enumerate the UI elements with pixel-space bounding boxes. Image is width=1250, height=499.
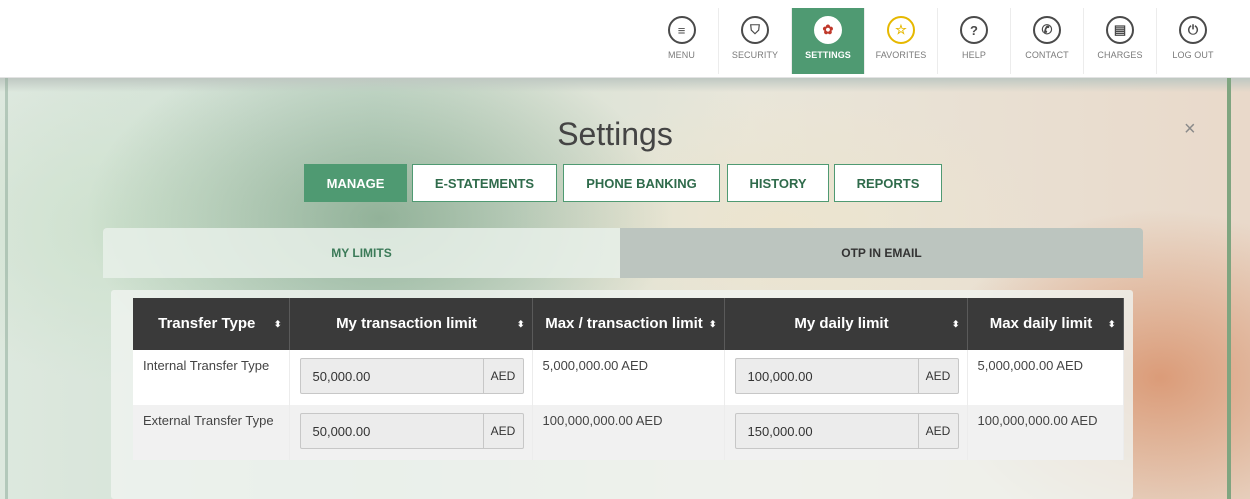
currency-label: AED: [917, 359, 958, 393]
table-row: External Transfer Type 50,000.00 AED 100…: [133, 405, 1124, 460]
main-nav: ≡ MENU ⛉ SECURITY ✿ SETTINGS ☆ FAVORITES…: [645, 8, 1229, 74]
sort-icon: ⬍: [1107, 319, 1116, 329]
my-transaction-limit-cell: 50,000.00 AED: [289, 405, 533, 460]
nav-security[interactable]: ⛉ SECURITY: [718, 8, 791, 74]
panel-body: Transfer Type ⬍ My transaction limit ⬍ Max…: [111, 290, 1133, 499]
page-title: Settings: [557, 116, 673, 152]
my-transaction-limit-input[interactable]: 50,000.00 AED: [299, 358, 524, 394]
my-transaction-limit-cell: 50,000.00 AED: [289, 350, 533, 405]
my-daily-limit-cell: 100,000.00 AED: [724, 350, 968, 405]
nav-logout[interactable]: ⏻ LOG OUT: [1156, 8, 1229, 74]
nav-label: HELP: [962, 50, 986, 60]
tab-phone-banking[interactable]: PHONE BANKING: [563, 164, 720, 202]
input-value: 100,000.00: [747, 368, 813, 384]
transfer-type-cell: Internal Transfer Type: [133, 350, 290, 405]
header-label: My daily limit: [794, 315, 889, 332]
nav-help[interactable]: ? HELP: [937, 8, 1010, 74]
header-label: Transfer Type: [158, 315, 256, 332]
table-row: Internal Transfer Type 50,000.00 AED 5,0…: [133, 350, 1124, 405]
tab-manage[interactable]: MANAGE: [304, 164, 407, 202]
sort-icon: ⬍: [516, 319, 525, 329]
header-label: Max daily limit: [989, 315, 1093, 332]
nav-label: FAVORITES: [875, 50, 927, 60]
shield-icon: ⛉: [741, 16, 769, 44]
menu-icon: ≡: [667, 16, 696, 44]
input-value: 50,000.00: [312, 368, 371, 384]
transfer-type-cell: External Transfer Type: [133, 405, 290, 460]
currency-label: AED: [917, 414, 958, 448]
limits-table: Transfer Type ⬍ My transaction limit ⬍ Max…: [133, 298, 1124, 460]
sort-icon: ⬍: [273, 319, 282, 329]
nav-label: MENU: [668, 50, 695, 60]
subtab-my-limits[interactable]: MY LIMITS: [103, 228, 620, 278]
my-daily-limit-input[interactable]: 100,000.00 AED: [734, 358, 959, 394]
col-my-transaction-limit[interactable]: My transaction limit ⬍: [289, 298, 533, 350]
input-value: 50,000.00: [312, 423, 371, 439]
col-my-daily-limit[interactable]: My daily limit ⬍: [724, 298, 968, 350]
max-daily-limit-cell: 100,000,000.00 AED: [967, 405, 1124, 460]
sort-icon: ⬍: [951, 319, 960, 329]
top-bar: ≡ MENU ⛉ SECURITY ✿ SETTINGS ☆ FAVORITES…: [0, 0, 1250, 78]
nav-charges[interactable]: ▤ CHARGES: [1083, 8, 1156, 74]
header-label: My transaction limit: [336, 315, 477, 332]
nav-label: CONTACT: [1025, 50, 1069, 60]
sort-icon: ⬍: [708, 319, 717, 329]
nav-label: CHARGES: [1097, 50, 1143, 60]
col-transfer-type[interactable]: Transfer Type ⬍: [133, 298, 290, 350]
nav-label: LOG OUT: [1172, 50, 1214, 60]
currency-label: AED: [482, 414, 523, 448]
my-daily-limit-cell: 150,000.00 AED: [724, 405, 968, 460]
nav-label: SETTINGS: [805, 50, 851, 60]
max-transaction-limit-cell: 100,000,000.00 AED: [532, 405, 725, 460]
max-daily-limit-cell: 5,000,000.00 AED: [967, 350, 1124, 405]
limits-panel: MY LIMITS OTP IN EMAIL Transfer Type ⬍ My…: [103, 228, 1143, 499]
col-max-daily-limit[interactable]: Max daily limit ⬍: [967, 298, 1124, 350]
my-daily-limit-input[interactable]: 150,000.00 AED: [734, 413, 959, 449]
top-shadow: [0, 78, 1250, 92]
nav-menu[interactable]: ≡ MENU: [645, 8, 718, 74]
subtab-otp-in-email[interactable]: OTP IN EMAIL: [620, 228, 1143, 278]
col-max-transaction-limit[interactable]: Max / transaction limit ⬍: [532, 298, 725, 350]
max-transaction-limit-cell: 5,000,000.00 AED: [532, 350, 725, 405]
my-transaction-limit-input[interactable]: 50,000.00 AED: [299, 413, 524, 449]
star-icon: ☆: [887, 16, 915, 44]
nav-favorites[interactable]: ☆ FAVORITES: [864, 8, 937, 74]
nav-settings[interactable]: ✿ SETTINGS: [791, 8, 864, 74]
power-icon: ⏻: [1179, 16, 1207, 44]
tab-history[interactable]: HISTORY: [727, 164, 829, 202]
tab-reports[interactable]: REPORTS: [834, 164, 942, 202]
phone-icon: ✆: [1033, 16, 1061, 44]
gear-icon: ✿: [814, 16, 842, 44]
header-label: Max / transaction limit: [545, 315, 703, 332]
help-icon: ?: [960, 16, 988, 44]
input-value: 150,000.00: [747, 423, 813, 439]
nav-label: SECURITY: [731, 50, 779, 60]
close-icon[interactable]: ×: [1184, 118, 1196, 141]
charges-icon: ▤: [1106, 16, 1134, 44]
currency-label: AED: [482, 359, 523, 393]
nav-contact[interactable]: ✆ CONTACT: [1010, 8, 1083, 74]
tab-e-statements[interactable]: E-STATEMENTS: [412, 164, 557, 202]
